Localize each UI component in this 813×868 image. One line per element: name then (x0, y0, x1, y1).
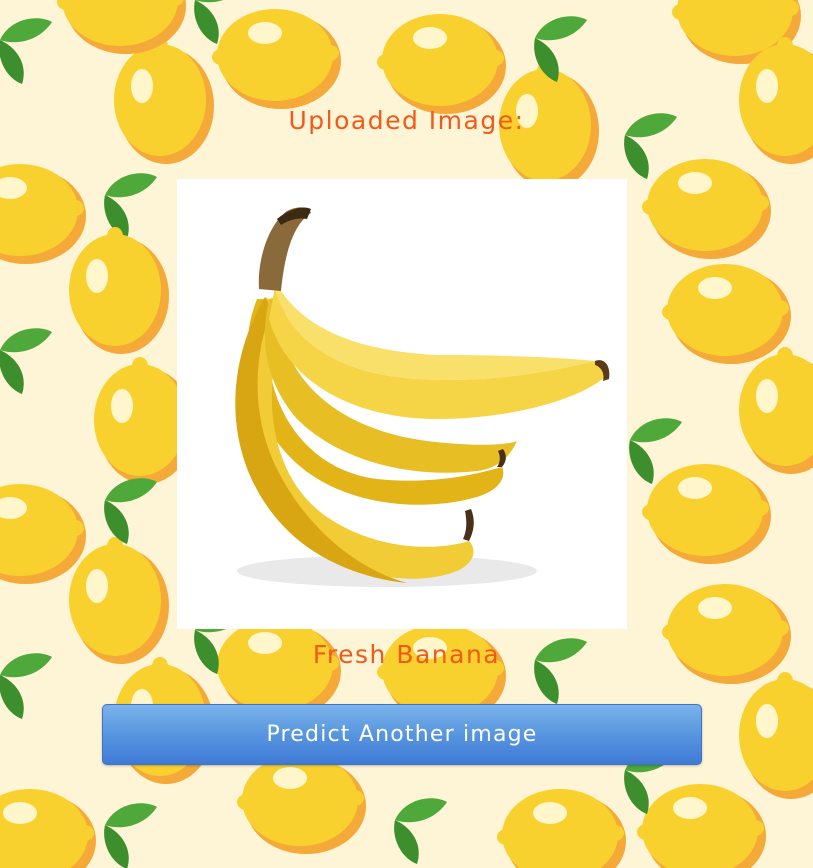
predict-another-button[interactable]: Predict Another image (102, 704, 702, 765)
banana-image (177, 179, 627, 629)
prediction-result: Fresh Banana (312, 640, 501, 669)
uploaded-image (177, 179, 627, 629)
uploaded-image-heading: Uploaded Image: (288, 106, 525, 135)
